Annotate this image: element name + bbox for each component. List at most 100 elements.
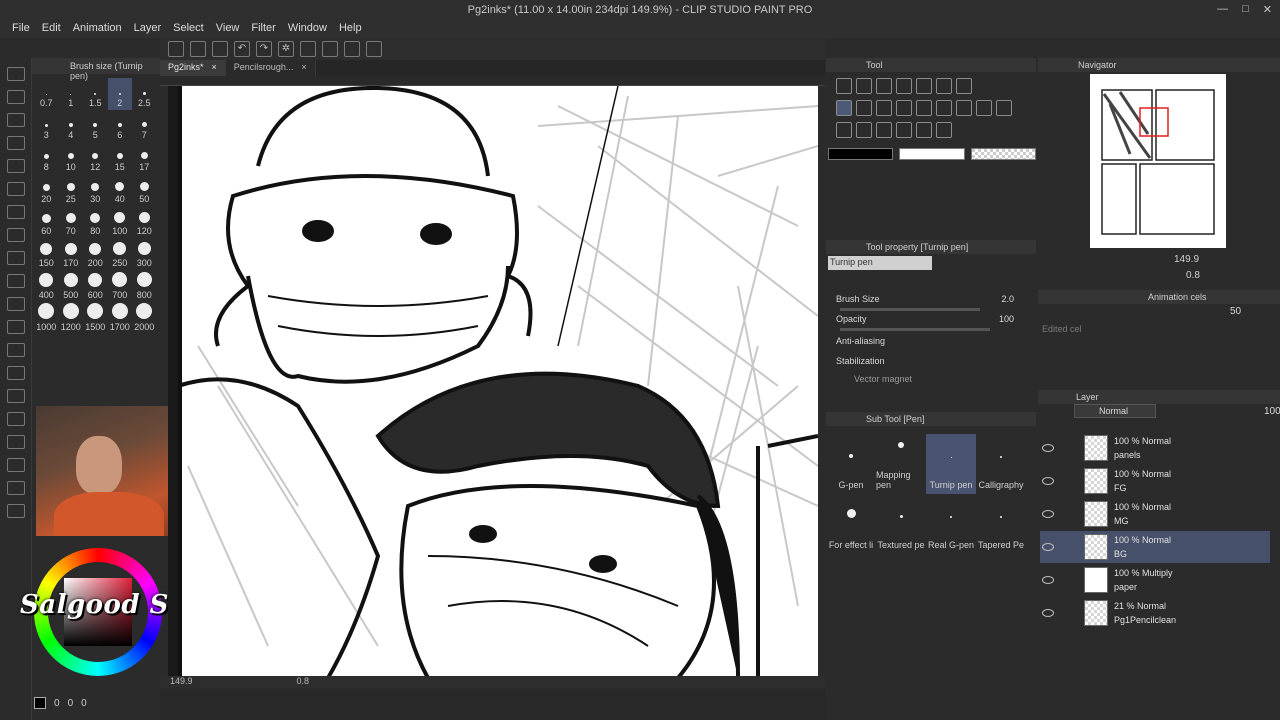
rotate-icon[interactable] (856, 78, 872, 94)
property-opacity[interactable]: Opacity 100 (836, 310, 1032, 328)
pen-icon[interactable] (344, 41, 360, 57)
opacity-slider[interactable] (840, 328, 990, 331)
save-icon[interactable] (212, 41, 228, 57)
pencil-icon[interactable] (856, 100, 872, 116)
fill-icon[interactable] (996, 100, 1012, 116)
canvas-rotation-readout[interactable]: 0.8 (297, 676, 310, 688)
brush-size-option[interactable]: 120 (132, 206, 157, 238)
decoration-tool-icon[interactable] (6, 435, 25, 449)
layer-row[interactable]: 100 % Normal MG (1040, 498, 1270, 530)
menu-layer[interactable]: Layer (128, 20, 168, 38)
brush-size-option[interactable]: 0.7 (34, 78, 59, 110)
frame-icon[interactable] (876, 122, 892, 138)
property-brush-size[interactable]: Brush Size 2.0 (836, 290, 1032, 308)
eye-icon[interactable] (1042, 609, 1054, 617)
layer-row[interactable]: 100 % Normal panels (1040, 432, 1270, 464)
brush-size-option[interactable]: 300 (132, 238, 157, 270)
brush-size-option[interactable]: 1 (59, 78, 84, 110)
airbrush-tool-icon[interactable] (6, 412, 25, 426)
layer-row[interactable]: 100 % Multiply paper (1040, 564, 1270, 596)
text-tool-icon[interactable] (6, 182, 25, 196)
eyedropper-icon[interactable] (976, 100, 992, 116)
sub-tool-item[interactable]: Calligraphy (976, 434, 1026, 494)
property-value[interactable]: 100 (999, 314, 1014, 324)
brush-size-option[interactable]: 4 (59, 110, 84, 142)
transparent-color-bar[interactable] (970, 148, 1036, 160)
tab-pencilsrough[interactable]: Pencilsrough... × (225, 60, 316, 76)
brush-size-option[interactable]: 100 (108, 206, 133, 238)
brush-size-option[interactable]: 1.5 (83, 78, 108, 110)
undo-icon[interactable]: ↶ (234, 41, 250, 57)
menu-file[interactable]: File (6, 20, 36, 38)
fill-icon[interactable] (300, 41, 316, 57)
eyedropper-tool-icon[interactable] (6, 320, 25, 334)
brush-size-option[interactable]: 800 (132, 270, 157, 302)
hand-icon[interactable] (876, 78, 892, 94)
operation-tool-icon[interactable] (6, 251, 25, 265)
brush-size-option[interactable]: 1200 (59, 302, 84, 334)
menu-view[interactable]: View (210, 20, 246, 38)
balloon-icon[interactable] (916, 122, 932, 138)
brush-size-option[interactable]: 25 (59, 174, 84, 206)
brush-size-option[interactable]: 70 (59, 206, 84, 238)
sub-tool-item[interactable]: Tapered Pe (976, 494, 1026, 554)
sub-tool-item[interactable]: G-pen (826, 434, 876, 494)
fill-tool-icon[interactable] (6, 136, 25, 150)
move-tool-icon[interactable] (6, 274, 25, 288)
property-stabilization[interactable]: Stabilization (836, 352, 1032, 370)
drawing-canvas[interactable] (168, 86, 818, 678)
sub-tool-item[interactable]: Turnip pen (926, 434, 976, 494)
brush-size-option[interactable]: 500 (59, 270, 84, 302)
layer-row[interactable]: 100 % Normal BG (1040, 531, 1270, 563)
eraser-tool-icon[interactable] (6, 90, 25, 104)
navigator-zoom-readout[interactable]: 149.9 (1174, 254, 1199, 265)
brush-size-option[interactable]: 1000 (34, 302, 59, 334)
brush-size-option[interactable]: 80 (83, 206, 108, 238)
brush-size-option[interactable]: 30 (83, 174, 108, 206)
eye-icon[interactable] (1042, 510, 1054, 518)
brush-size-option[interactable]: 2000 (132, 302, 157, 334)
zoom-icon[interactable] (836, 78, 852, 94)
brush-size-option[interactable]: 170 (59, 238, 84, 270)
figure-tool-icon[interactable] (6, 366, 25, 380)
text-icon[interactable] (896, 122, 912, 138)
brush-size-option[interactable]: 40 (108, 174, 133, 206)
magic-wand-icon[interactable] (956, 78, 972, 94)
menu-help[interactable]: Help (333, 20, 368, 38)
selection-tool-icon[interactable] (6, 159, 25, 173)
brush-size-option[interactable]: 50 (132, 174, 157, 206)
main-color-bar[interactable] (828, 148, 894, 160)
pencil-tool-icon[interactable] (6, 504, 25, 518)
brush-size-option[interactable]: 2.5 (132, 78, 157, 110)
brush-size-option[interactable]: 7 (132, 110, 157, 142)
pen-tool-icon[interactable] (6, 67, 25, 81)
property-value[interactable]: 2.0 (1001, 294, 1014, 304)
layer-row[interactable]: 100 % Normal FG (1040, 465, 1270, 497)
open-file-icon[interactable] (190, 41, 206, 57)
tab-close-icon[interactable]: × (212, 62, 217, 74)
main-color-swatch[interactable] (34, 697, 46, 709)
sub-tool-item[interactable]: Real G-pen (926, 494, 976, 554)
layer-row[interactable]: 21 % Normal Pg1Pencilclean (1040, 597, 1270, 629)
lasso-icon[interactable] (936, 78, 952, 94)
brush-size-option[interactable]: 8 (34, 142, 59, 174)
brush-size-option[interactable]: 12 (83, 142, 108, 174)
decoration-icon[interactable] (916, 100, 932, 116)
rect-select-icon[interactable] (916, 78, 932, 94)
sub-color-bar[interactable] (899, 148, 965, 160)
transform-icon[interactable] (322, 41, 338, 57)
ruler-tool-icon[interactable] (6, 205, 25, 219)
correct-line-icon[interactable] (936, 122, 952, 138)
brush-tool-icon[interactable] (6, 113, 25, 127)
menu-animation[interactable]: Animation (67, 20, 128, 38)
balloon-tool-icon[interactable] (6, 458, 25, 472)
brush-size-option[interactable]: 2 (107, 78, 132, 110)
brush-size-option[interactable]: 150 (34, 238, 59, 270)
gradient-icon[interactable] (836, 122, 852, 138)
property-vector-magnet[interactable]: Vector magnet (836, 370, 1032, 388)
close-button[interactable]: ✕ (1263, 3, 1272, 16)
eye-icon[interactable] (1042, 477, 1054, 485)
snap-icon[interactable] (366, 41, 382, 57)
brush-size-option[interactable]: 6 (108, 110, 133, 142)
eye-icon[interactable] (1042, 576, 1054, 584)
